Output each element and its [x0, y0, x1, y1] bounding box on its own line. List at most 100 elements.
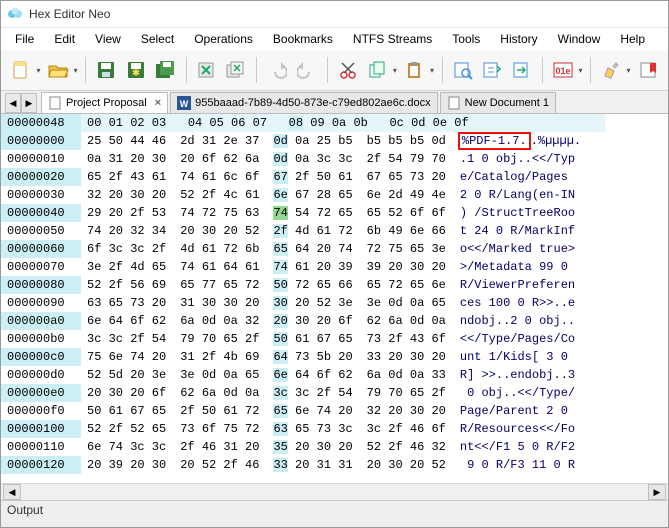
- hex-row[interactable]: 0000012020 39 20 3020 52 2f 4633 20 31 3…: [1, 456, 668, 474]
- hex-row[interactable]: 000000b03c 3c 2f 5479 70 65 2f50 61 67 6…: [1, 330, 668, 348]
- tab-nav-next[interactable]: ▶: [21, 93, 37, 113]
- paste-button[interactable]: [401, 55, 429, 85]
- menu-bookmarks[interactable]: Bookmarks: [265, 30, 341, 48]
- open-file-dropdown[interactable]: ▾: [72, 66, 79, 75]
- row-ascii[interactable]: 2 0 R/Lang(en-IN: [446, 186, 575, 204]
- row-ascii[interactable]: R] >>..endobj..3: [446, 366, 575, 384]
- find-button[interactable]: [449, 55, 477, 85]
- scroll-right-button[interactable]: ▶: [648, 484, 666, 500]
- menu-ntfs-streams[interactable]: NTFS Streams: [345, 30, 440, 48]
- tab-2[interactable]: New Document 1: [440, 92, 556, 113]
- encoding-dropdown[interactable]: ▾: [577, 66, 584, 75]
- highlight-dropdown[interactable]: ▾: [625, 66, 632, 75]
- new-file-dropdown[interactable]: ▾: [35, 66, 42, 75]
- row-ascii[interactable]: <</Type/Pages/Co: [446, 330, 575, 348]
- row-ascii[interactable]: 0 obj..<</Type/: [446, 384, 575, 402]
- save-as-button[interactable]: ✱: [122, 55, 150, 85]
- hex-row[interactable]: 000000f050 61 67 652f 50 61 7265 6e 74 2…: [1, 402, 668, 420]
- row-bytes[interactable]: 52 2f 52 6573 6f 75 7263 65 73 3c3c 2f 4…: [81, 420, 446, 438]
- close-all-button[interactable]: [222, 55, 250, 85]
- row-bytes[interactable]: 6e 64 6f 626a 0d 0a 3220 30 20 6f62 6a 0…: [81, 312, 446, 330]
- row-ascii[interactable]: ) /StructTreeRoo: [446, 204, 575, 222]
- open-file-button[interactable]: [44, 55, 72, 85]
- row-bytes[interactable]: 20 30 20 6f62 6a 0d 0a3c 3c 2f 5479 70 6…: [81, 384, 446, 402]
- undo-button[interactable]: [263, 55, 291, 85]
- row-ascii[interactable]: >/Metadata 99 0: [446, 258, 575, 276]
- row-bytes[interactable]: 52 5d 20 3e3e 0d 0a 656e 64 6f 626a 0d 0…: [81, 366, 446, 384]
- row-ascii[interactable]: o<</Marked true>: [446, 240, 575, 258]
- menu-window[interactable]: Window: [550, 30, 609, 48]
- row-ascii[interactable]: unt 1/Kids[ 3 0: [446, 348, 575, 366]
- row-bytes[interactable]: 32 20 30 2052 2f 4c 616e 67 28 656e 2d 4…: [81, 186, 446, 204]
- hex-row[interactable]: 0000004029 20 2f 5374 72 75 6374 54 72 6…: [1, 204, 668, 222]
- new-file-button[interactable]: [7, 55, 35, 85]
- encoding-button[interactable]: 01e: [549, 55, 577, 85]
- hex-row[interactable]: 0000000025 50 44 462d 31 2e 370d 0a 25 b…: [1, 132, 668, 150]
- menu-history[interactable]: History: [492, 30, 545, 48]
- row-bytes[interactable]: 75 6e 74 2031 2f 4b 6964 73 5b 2033 20 3…: [81, 348, 446, 366]
- row-ascii[interactable]: R/ViewerPreferen: [446, 276, 575, 294]
- row-bytes[interactable]: 29 20 2f 5374 72 75 6374 54 72 6565 52 6…: [81, 204, 446, 222]
- row-bytes[interactable]: 65 2f 43 6174 61 6c 6f67 2f 50 6167 65 7…: [81, 168, 446, 186]
- row-bytes[interactable]: 63 65 73 2031 30 30 2030 20 52 3e3e 0d 0…: [81, 294, 446, 312]
- tab-0[interactable]: Project Proposal×: [41, 92, 168, 113]
- tab-close-icon[interactable]: ×: [155, 97, 161, 109]
- close-doc-button[interactable]: [193, 55, 221, 85]
- hex-row[interactable]: 000001106e 74 3c 3c2f 46 31 2035 20 30 2…: [1, 438, 668, 456]
- hex-row[interactable]: 000000606f 3c 3c 2f4d 61 72 6b65 64 20 7…: [1, 240, 668, 258]
- row-bytes[interactable]: 25 50 44 462d 31 2e 370d 0a 25 b5b5 b5 b…: [81, 132, 446, 150]
- row-ascii[interactable]: t 24 0 R/MarkInf: [446, 222, 575, 240]
- row-ascii[interactable]: e/Catalog/Pages: [446, 168, 575, 186]
- row-bytes[interactable]: 0a 31 20 3020 6f 62 6a0d 0a 3c 3c2f 54 7…: [81, 150, 446, 168]
- menu-tools[interactable]: Tools: [444, 30, 488, 48]
- paste-dropdown[interactable]: ▾: [428, 66, 435, 75]
- hex-row[interactable]: 000000e020 30 20 6f62 6a 0d 0a3c 3c 2f 5…: [1, 384, 668, 402]
- menu-view[interactable]: View: [87, 30, 129, 48]
- row-ascii[interactable]: ces 100 0 R>>..e: [446, 294, 575, 312]
- redo-button[interactable]: [293, 55, 321, 85]
- horizontal-scrollbar[interactable]: ◀ ▶: [1, 483, 668, 500]
- row-ascii[interactable]: R/Resources<</Fo: [446, 420, 575, 438]
- hex-row[interactable]: 0000009063 65 73 2031 30 30 2030 20 52 3…: [1, 294, 668, 312]
- row-bytes[interactable]: 6e 74 3c 3c2f 46 31 2035 20 30 2052 2f 4…: [81, 438, 446, 456]
- row-bytes[interactable]: 3c 3c 2f 5479 70 65 2f50 61 67 6573 2f 4…: [81, 330, 446, 348]
- goto-button[interactable]: [508, 55, 536, 85]
- row-ascii[interactable]: ndobj..2 0 obj..: [446, 312, 575, 330]
- menu-select[interactable]: Select: [133, 30, 182, 48]
- scroll-left-button[interactable]: ◀: [3, 484, 21, 500]
- output-panel-header[interactable]: Output: [1, 500, 668, 527]
- hex-view[interactable]: 00000048 00 01 02 03 04 05 06 07 08 09 0…: [1, 114, 668, 483]
- replace-button[interactable]: [478, 55, 506, 85]
- tab-1[interactable]: W955baaad-7b89-4d50-873e-c79ed802ae6c.do…: [170, 92, 437, 113]
- copy-button[interactable]: [363, 55, 391, 85]
- hex-row[interactable]: 000000100a 31 20 3020 6f 62 6a0d 0a 3c 3…: [1, 150, 668, 168]
- hex-row[interactable]: 0000002065 2f 43 6174 61 6c 6f67 2f 50 6…: [1, 168, 668, 186]
- highlight-button[interactable]: [597, 55, 625, 85]
- row-bytes[interactable]: 6f 3c 3c 2f4d 61 72 6b65 64 20 7472 75 6…: [81, 240, 446, 258]
- row-ascii[interactable]: .1 0 obj..<</Typ: [446, 150, 575, 168]
- row-ascii[interactable]: Page/Parent 2 0: [446, 402, 575, 420]
- save-button[interactable]: [92, 55, 120, 85]
- hex-row[interactable]: 0000008052 2f 56 6965 77 65 7250 72 65 6…: [1, 276, 668, 294]
- menu-operations[interactable]: Operations: [186, 30, 261, 48]
- copy-dropdown[interactable]: ▾: [391, 66, 398, 75]
- row-bytes[interactable]: 50 61 67 652f 50 61 7265 6e 74 2032 20 3…: [81, 402, 446, 420]
- row-bytes[interactable]: 52 2f 56 6965 77 65 7250 72 65 6665 72 6…: [81, 276, 446, 294]
- row-ascii[interactable]: %PDF-1.7..%µµµµ.: [446, 132, 581, 150]
- hex-row[interactable]: 000000c075 6e 74 2031 2f 4b 6964 73 5b 2…: [1, 348, 668, 366]
- cut-button[interactable]: [334, 55, 362, 85]
- row-bytes[interactable]: 3e 2f 4d 6574 61 64 6174 61 20 3939 20 3…: [81, 258, 446, 276]
- menu-help[interactable]: Help: [612, 30, 653, 48]
- save-all-button[interactable]: [152, 55, 180, 85]
- hex-row[interactable]: 0000010052 2f 52 6573 6f 75 7263 65 73 3…: [1, 420, 668, 438]
- bookmark-button[interactable]: [634, 55, 662, 85]
- row-ascii[interactable]: 9 0 R/F3 11 0 R: [446, 456, 575, 474]
- menu-file[interactable]: File: [7, 30, 42, 48]
- hex-row[interactable]: 000000d052 5d 20 3e3e 0d 0a 656e 64 6f 6…: [1, 366, 668, 384]
- tab-nav-prev[interactable]: ◀: [5, 93, 21, 113]
- row-bytes[interactable]: 20 39 20 3020 52 2f 4633 20 31 3120 30 2…: [81, 456, 446, 474]
- row-ascii[interactable]: nt<</F1 5 0 R/F2: [446, 438, 575, 456]
- hex-row[interactable]: 0000003032 20 30 2052 2f 4c 616e 67 28 6…: [1, 186, 668, 204]
- row-bytes[interactable]: 74 20 32 3420 30 20 522f 4d 61 726b 49 6…: [81, 222, 446, 240]
- hex-row[interactable]: 000000703e 2f 4d 6574 61 64 6174 61 20 3…: [1, 258, 668, 276]
